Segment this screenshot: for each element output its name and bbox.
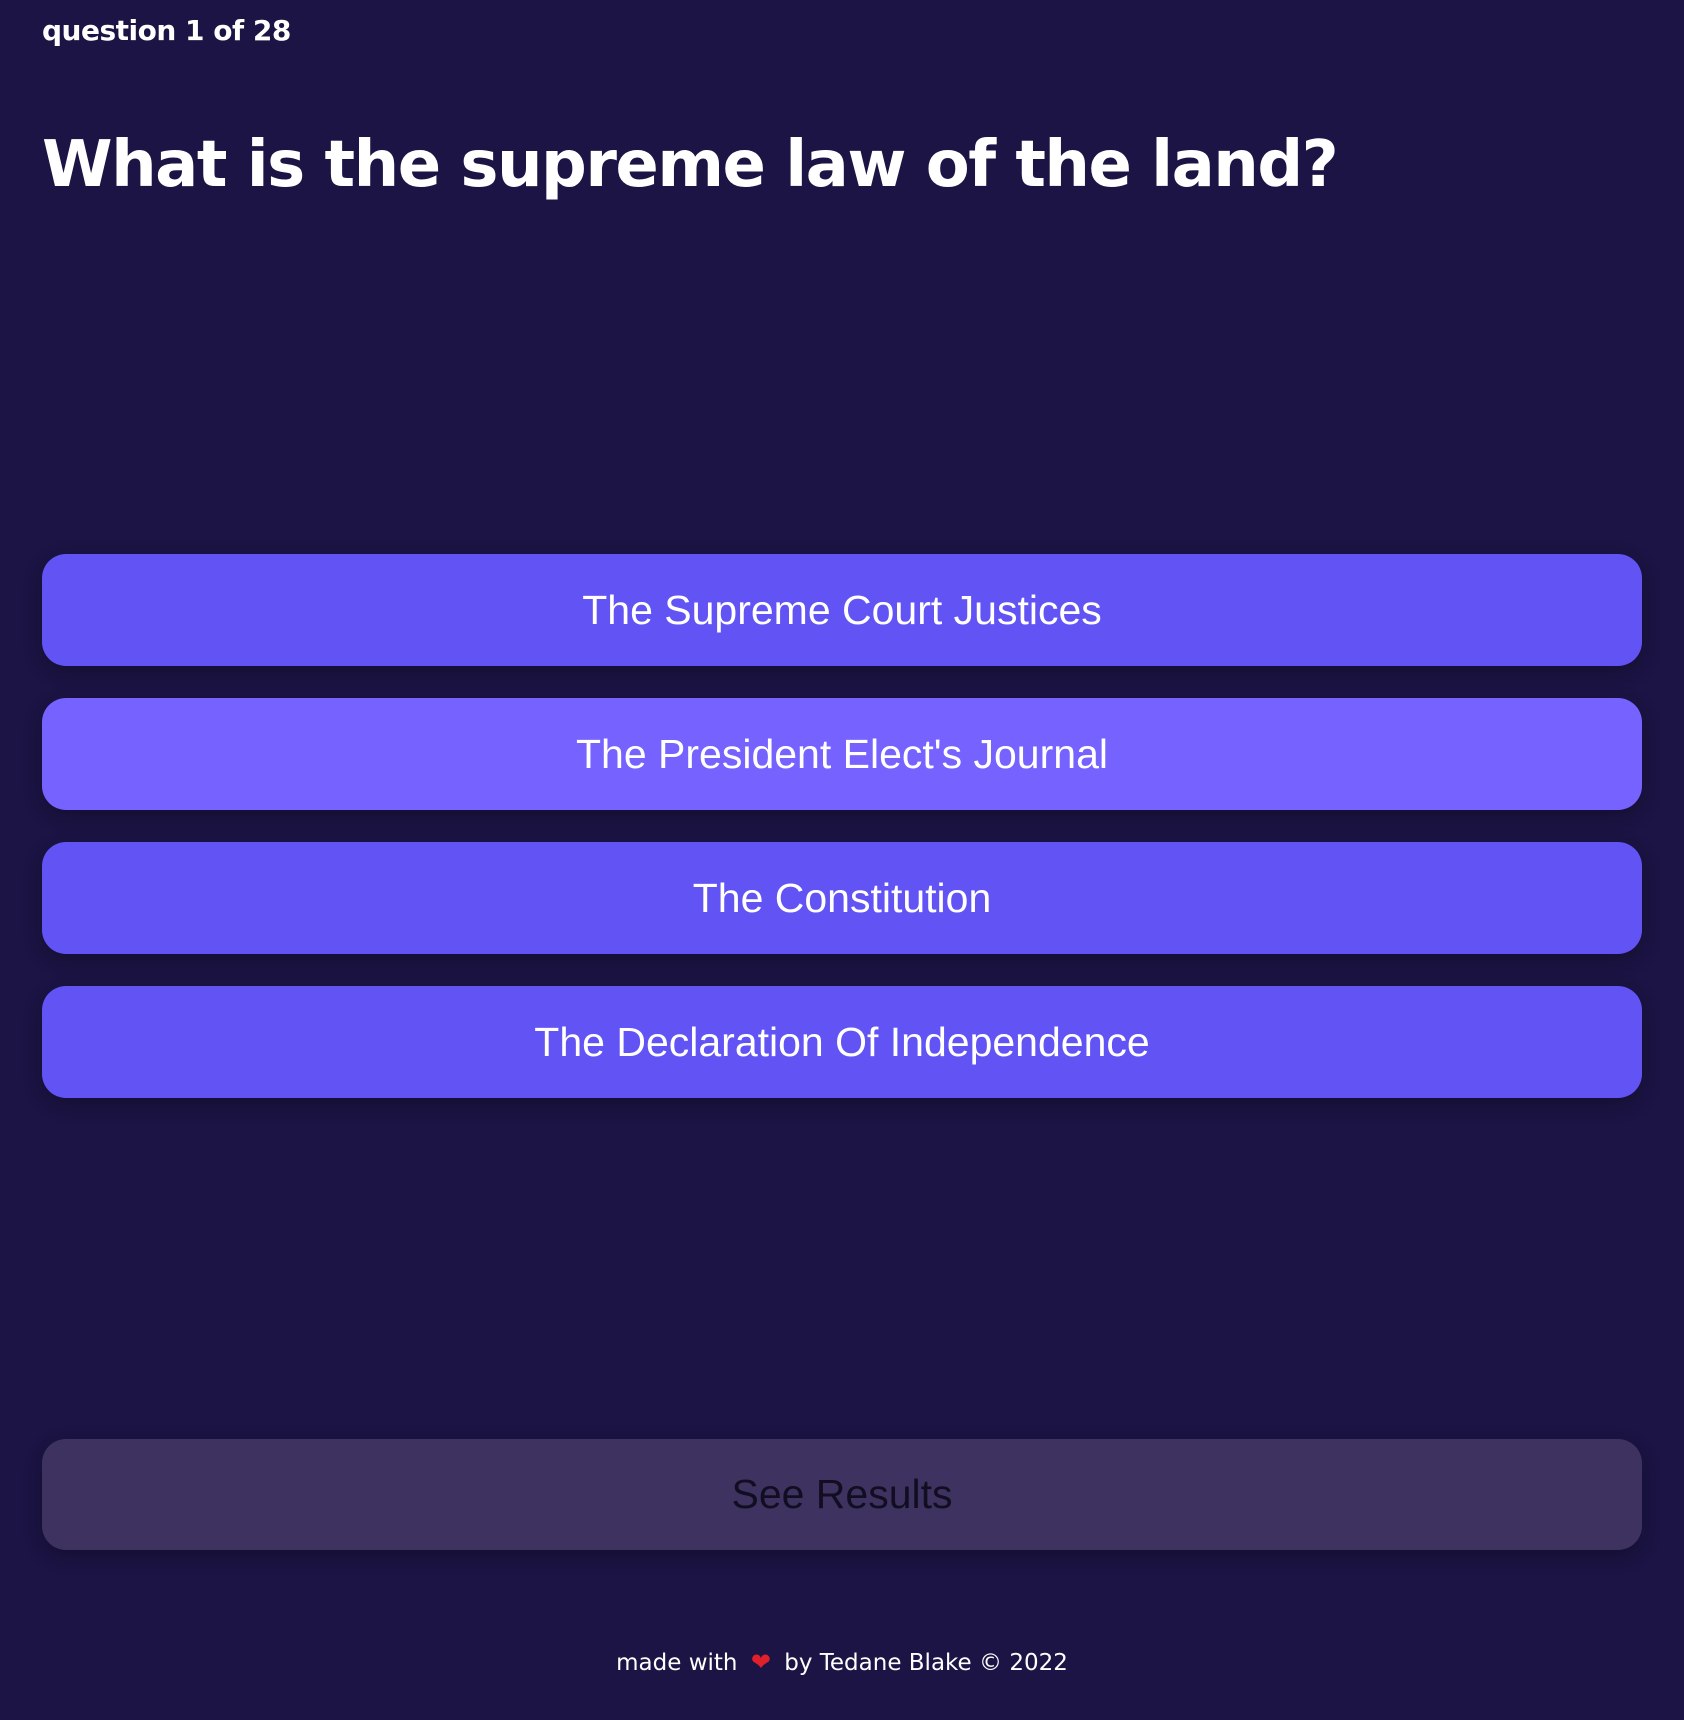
- answer-option-3[interactable]: The Constitution: [42, 842, 1642, 954]
- footer-made-with: made with: [616, 1650, 738, 1676]
- answer-option-2[interactable]: The President Elect's Journal: [42, 698, 1642, 810]
- heart-icon: ❤: [750, 1648, 771, 1676]
- question-progress: question 1 of 28: [42, 14, 291, 47]
- footer: made with ❤ by Tedane Blake © 2022: [0, 1648, 1684, 1676]
- answer-option-1[interactable]: The Supreme Court Justices: [42, 554, 1642, 666]
- answer-option-4[interactable]: The Declaration Of Independence: [42, 986, 1642, 1098]
- footer-credit: by Tedane Blake © 2022: [784, 1650, 1068, 1676]
- answer-list: The Supreme Court Justices The President…: [42, 554, 1642, 1130]
- see-results-button[interactable]: See Results: [42, 1439, 1642, 1550]
- question-title: What is the supreme law of the land?: [42, 128, 1339, 202]
